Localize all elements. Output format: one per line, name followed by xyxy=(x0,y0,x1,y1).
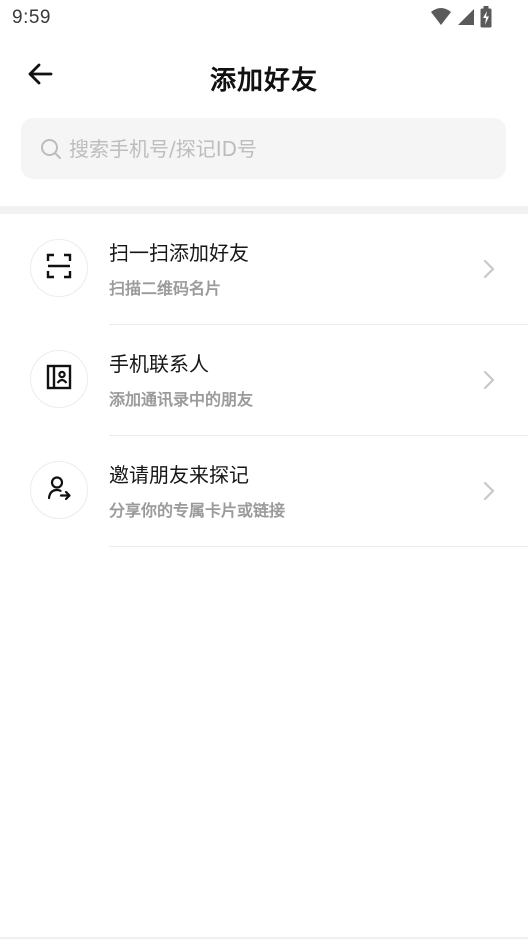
share-user-icon xyxy=(46,475,72,505)
chevron-right-icon xyxy=(482,480,496,502)
menu-item-contacts[interactable]: 手机联系人 添加通讯录中的朋友 xyxy=(0,325,528,436)
menu-item-invite[interactable]: 邀请朋友来探记 分享你的专属卡片或链接 xyxy=(0,436,528,547)
battery-charging-icon xyxy=(480,6,492,32)
scan-icon xyxy=(46,253,72,283)
status-icons xyxy=(430,6,492,32)
menu-icon-container xyxy=(30,239,88,297)
signal-icon xyxy=(457,7,475,31)
chevron-right-icon xyxy=(482,258,496,280)
section-divider xyxy=(0,206,528,214)
menu-item-subtitle: 分享你的专属卡片或链接 xyxy=(109,501,286,520)
menu-item-title: 邀请朋友来探记 xyxy=(109,463,249,487)
menu-item-subtitle: 扫描二维码名片 xyxy=(109,279,222,298)
status-bar: 9:59 xyxy=(0,0,528,36)
search-input[interactable] xyxy=(69,136,469,161)
search-icon xyxy=(39,137,63,161)
page-title: 添加好友 xyxy=(209,66,318,96)
menu-item-scan[interactable]: 扫一扫添加好友 扫描二维码名片 xyxy=(0,214,528,325)
contacts-book-icon xyxy=(46,364,72,394)
item-divider xyxy=(109,546,528,547)
menu-list: 扫一扫添加好友 扫描二维码名片 手机联系人 添加通讯录中的朋友 邀请朋友来探记 … xyxy=(0,214,528,547)
menu-item-subtitle: 添加通讯录中的朋友 xyxy=(109,390,254,409)
status-time: 9:59 xyxy=(12,7,51,28)
header: 添加好友 xyxy=(0,48,528,104)
menu-item-title: 手机联系人 xyxy=(109,352,209,376)
chevron-right-icon xyxy=(482,369,496,391)
menu-icon-container xyxy=(30,461,88,519)
menu-icon-container xyxy=(30,350,88,408)
wifi-icon xyxy=(430,7,452,31)
menu-item-title: 扫一扫添加好友 xyxy=(109,241,249,265)
search-box[interactable] xyxy=(21,118,506,179)
